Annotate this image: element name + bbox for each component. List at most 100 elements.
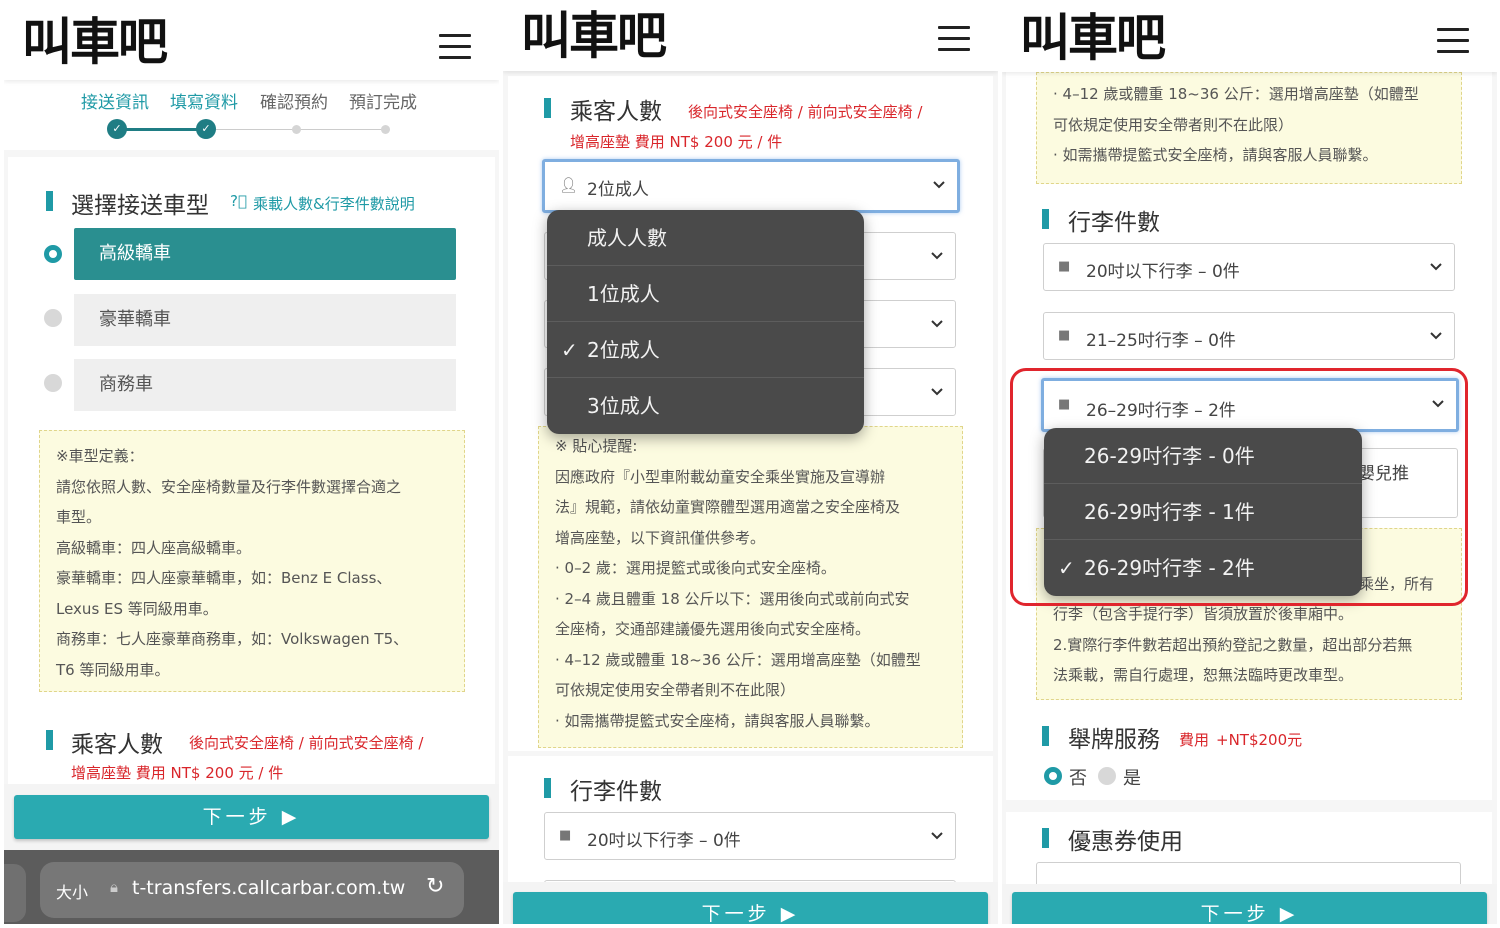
site-logo[interactable]: 叫車吧 — [22, 14, 168, 70]
car-help-link[interactable]: 乘載人數&行李件數說明 — [253, 193, 415, 214]
sign-fee-label: 費用 — [1179, 731, 1210, 749]
site-header: 叫車吧 — [503, 4, 998, 71]
note-line: 高級轎車：四人座高級轎車。 — [56, 538, 252, 557]
tip-line: ‧ 0–2 歲：選用提籃式或後向式安全座椅。 — [555, 559, 836, 577]
chevron-down-icon — [1430, 332, 1442, 340]
sign-yes-radio[interactable] — [1098, 767, 1116, 785]
text-size-button[interactable]: 大小 — [56, 879, 88, 903]
hamburger-menu-icon[interactable] — [439, 34, 471, 60]
top-tip-note: ‧ 4–12 歲或體重 18~36 公斤：選用增高座墊（如體型 可依規定使用安全… — [1036, 72, 1462, 184]
highlight-annotation-box — [1010, 368, 1468, 606]
suitcase-icon: ■ — [1058, 259, 1071, 274]
car-radio-1[interactable] — [44, 245, 62, 263]
chevron-down-icon — [933, 181, 945, 189]
luggage-select-20[interactable]: ■ 20吋以下行李 – 0件 — [544, 812, 956, 860]
hamburger-menu-icon[interactable] — [1437, 28, 1469, 54]
section-bar-icon — [1042, 726, 1049, 746]
note-line: Lexus ES 等同級用車。 — [56, 599, 218, 618]
adult-count-dropdown[interactable]: 成人人數 1位成人 ✓ 2位成人 3位成人 — [547, 210, 864, 434]
luggage-select-21-25[interactable]: ■ 21–25吋行李 – 0件 — [1043, 312, 1455, 360]
step-dot-4-icon — [381, 125, 390, 134]
sign-service-card: 舉牌服務 費用 +NT$200元 否 是 — [1006, 704, 1492, 800]
checkmark-icon: ✓ — [561, 338, 578, 362]
screenshot-canvas: 叫車吧 接送資訊 填寫資料 確認預約 預訂完成 ✓ ✓ 選擇接送車型 ?⃝ 乘載… — [0, 0, 1500, 928]
car-option-1[interactable]: 高級轎車 — [74, 228, 456, 280]
tip-line: ‧ 如需攜帶提籃式安全座椅，請與客服人員聯繫。 — [555, 711, 880, 730]
car-radio-2[interactable] — [44, 309, 62, 327]
site-header: 叫車吧 — [1002, 4, 1497, 72]
next-step-button[interactable]: 下一步 ▶ — [513, 892, 988, 924]
person-icon: 👤︎ — [559, 176, 579, 194]
luggage-select-20[interactable]: ■ 20吋以下行李 – 0件 — [1043, 243, 1455, 291]
suitcase-icon: ■ — [1058, 328, 1071, 343]
note-line: ※車型定義： — [56, 447, 144, 465]
browser-tab-edge — [4, 864, 26, 922]
tip-line: ‧ 4–12 歲或體重 18~36 公斤：選用增高座墊（如體型 — [1053, 85, 1419, 103]
hamburger-menu-icon[interactable] — [938, 26, 970, 52]
note-line: 商務車：七人座豪華商務車，如：Volkswagen T5、 — [56, 630, 409, 648]
passenger-section-title: 乘客人數 — [71, 732, 163, 758]
section-bar-icon — [46, 730, 53, 750]
suitcase-icon: ■ — [559, 828, 572, 843]
luggage-section-title: 行李件數 — [1068, 210, 1160, 236]
car-definition-note: ※車型定義： 請您依照人數、安全座椅數量及行李件數選擇合適之 車型。 高級轎車：… — [39, 430, 465, 692]
help-circle-icon[interactable]: ?⃝ — [230, 192, 247, 210]
luggage-section-title: 行李件數 — [570, 779, 662, 805]
step-dot-3-icon — [292, 125, 301, 134]
coupon-section-title: 優惠券使用 — [1068, 829, 1183, 855]
browser-address-bar[interactable]: 大小 🔒︎ t-transfers.callcarbar.com.tw ↻ — [40, 862, 464, 918]
car-option-2[interactable]: 豪華轎車 — [74, 294, 456, 346]
step-label-3: 確認預約 — [260, 93, 328, 113]
step-progress: 接送資訊 填寫資料 確認預約 預訂完成 ✓ ✓ — [4, 80, 499, 150]
tip-line: ‧ 如需攜帶提籃式安全座椅，請與客服人員聯繫。 — [1053, 146, 1378, 164]
url-text[interactable]: t-transfers.callcarbar.com.tw — [132, 877, 405, 899]
luggage-value: 20吋以下行李 – 0件 — [587, 831, 741, 851]
panel-passenger-dropdown: 叫車吧 乘客人數 後向式安全座椅 / 前向式安全座椅 / 增高座墊 費用 NT$… — [503, 4, 998, 924]
reload-icon[interactable]: ↻ — [426, 874, 444, 899]
luggage-value: 21–25吋行李 – 0件 — [1086, 331, 1236, 351]
dropdown-option-label: 2位成人 — [587, 338, 660, 362]
sign-yes-label[interactable]: 是 — [1123, 764, 1141, 790]
chevron-down-icon — [931, 320, 943, 328]
car-type-card: 選擇接送車型 ?⃝ 乘載人數&行李件數說明 高級轎車 豪華轎車 商務車 ※車型定… — [8, 157, 495, 712]
car-radio-3[interactable] — [44, 374, 62, 392]
note-line: 請您依照人數、安全座椅數量及行李件數選擇合適之 — [56, 477, 402, 496]
passenger-section-title: 乘客人數 — [570, 99, 662, 125]
tip-line: 全座椅，交通部建議優先選用後向式安全座椅。 — [555, 620, 871, 638]
adult-count-select[interactable]: 👤︎ 2位成人 — [542, 159, 960, 213]
section-bar-icon — [544, 98, 551, 118]
dropdown-header: 成人人數 — [547, 210, 864, 266]
tip-line: ‧ 4–12 歲或體重 18~36 公斤：選用增高座墊（如體型 — [555, 650, 921, 669]
section-bar-icon — [1042, 209, 1049, 229]
passenger-fee-line1: 後向式安全座椅 / 前向式安全座椅 / — [189, 734, 424, 752]
next-step-button[interactable]: 下一步 ▶ — [1012, 892, 1487, 924]
site-logo[interactable]: 叫車吧 — [1020, 10, 1166, 66]
sign-fee-amount: +NT$200元 — [1216, 731, 1303, 749]
sign-no-radio[interactable] — [1044, 767, 1062, 785]
browser-bottom-bar: 大小 🔒︎ t-transfers.callcarbar.com.tw ↻ — [4, 850, 499, 924]
sign-no-label[interactable]: 否 — [1069, 764, 1087, 790]
tip-line: ‧ 2–4 歲且體重 18 公斤以下：選用後向式或前向式安 — [555, 589, 910, 608]
car-option-3[interactable]: 商務車 — [74, 359, 456, 411]
tip-line: 可依規定使用安全帶者則不在此限） — [1053, 115, 1294, 134]
note-line: T6 等同級用車。 — [56, 660, 170, 679]
step-line-done — [117, 128, 207, 131]
tip-line: 增高座墊，以下資訊僅供參考。 — [555, 528, 766, 547]
section-bar-icon — [46, 191, 53, 211]
chevron-down-icon — [931, 388, 943, 396]
site-header: 叫車吧 — [4, 4, 499, 80]
chevron-down-icon — [931, 252, 943, 260]
step-label-2: 填寫資料 — [170, 93, 238, 113]
dropdown-option-selected[interactable]: ✓ 2位成人 — [547, 322, 864, 378]
adult-count-value: 2位成人 — [587, 180, 649, 200]
note-line: 法乘載，需自行處理，恕無法臨時更改車型。 — [1053, 666, 1354, 684]
tip-line: 法』規範，請依幼童實際體型選用適當之安全座椅及 — [555, 498, 901, 516]
chevron-down-icon — [931, 832, 943, 840]
tip-line: 可依規定使用安全帶者則不在此限） — [555, 681, 796, 699]
site-logo[interactable]: 叫車吧 — [521, 8, 667, 64]
dropdown-option[interactable]: 1位成人 — [547, 266, 864, 322]
next-step-button[interactable]: 下一步 ▶ — [14, 795, 489, 839]
panel-car-type: 叫車吧 接送資訊 填寫資料 確認預約 預訂完成 ✓ ✓ 選擇接送車型 ?⃝ 乘載… — [4, 4, 499, 924]
passenger-fee-line2: 增高座墊 費用 NT$ 200 元 / 件 — [71, 764, 284, 782]
dropdown-option[interactable]: 3位成人 — [547, 378, 864, 434]
